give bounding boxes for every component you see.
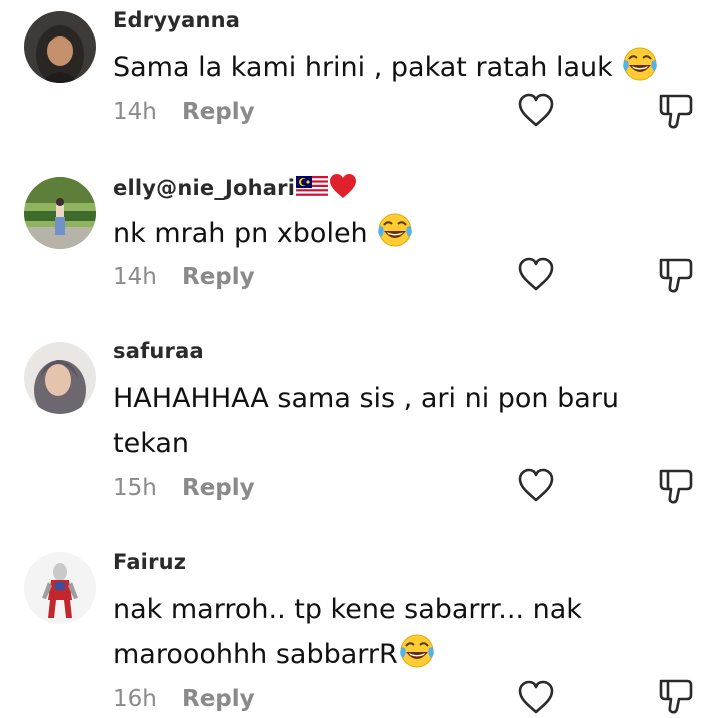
heart-icon[interactable] xyxy=(517,256,555,292)
comment-time: 14h xyxy=(113,99,157,125)
username[interactable]: elly@nie_Johari xyxy=(113,173,358,200)
comment-text: Sama la kami hrini , pakat ratah lauk xyxy=(113,45,673,90)
thumbs-down-icon[interactable] xyxy=(657,257,695,295)
malaysia-flag-icon xyxy=(296,176,329,198)
reply-button[interactable]: Reply xyxy=(182,475,255,501)
comment-text: nak marroh.. tp kene sabarrr... nak maro… xyxy=(113,594,582,670)
username[interactable]: safuraa xyxy=(113,339,204,363)
face-with-tears-of-joy-icon xyxy=(377,213,414,247)
heart-icon[interactable] xyxy=(517,679,555,715)
thumbs-down-icon[interactable] xyxy=(657,93,695,131)
heart-icon[interactable] xyxy=(517,467,555,503)
face-with-tears-of-joy-icon xyxy=(398,634,435,668)
avatar[interactable] xyxy=(24,177,96,249)
comment-time: 16h xyxy=(113,686,157,712)
thumbs-down-icon[interactable] xyxy=(657,678,695,716)
thumbs-down-icon[interactable] xyxy=(657,468,695,506)
red-heart-icon xyxy=(330,174,357,198)
reply-button[interactable]: Reply xyxy=(182,264,255,290)
comment-text: HAHAHHAA sama sis , ari ni pon baru teka… xyxy=(113,383,620,459)
avatar[interactable] xyxy=(24,342,96,414)
heart-icon[interactable] xyxy=(517,92,555,128)
comment-time: 15h xyxy=(113,475,157,501)
face-with-tears-of-joy-icon xyxy=(622,47,659,81)
reply-button[interactable]: Reply xyxy=(182,99,255,125)
reply-button[interactable]: Reply xyxy=(182,686,255,712)
username[interactable]: Fairuz xyxy=(113,550,186,574)
comment-time: 14h xyxy=(113,264,157,290)
username[interactable]: Edryyanna xyxy=(113,8,240,32)
comment-text: nk mrah pn xboleh xyxy=(113,211,673,256)
avatar[interactable] xyxy=(24,552,96,624)
avatar[interactable] xyxy=(24,11,96,83)
